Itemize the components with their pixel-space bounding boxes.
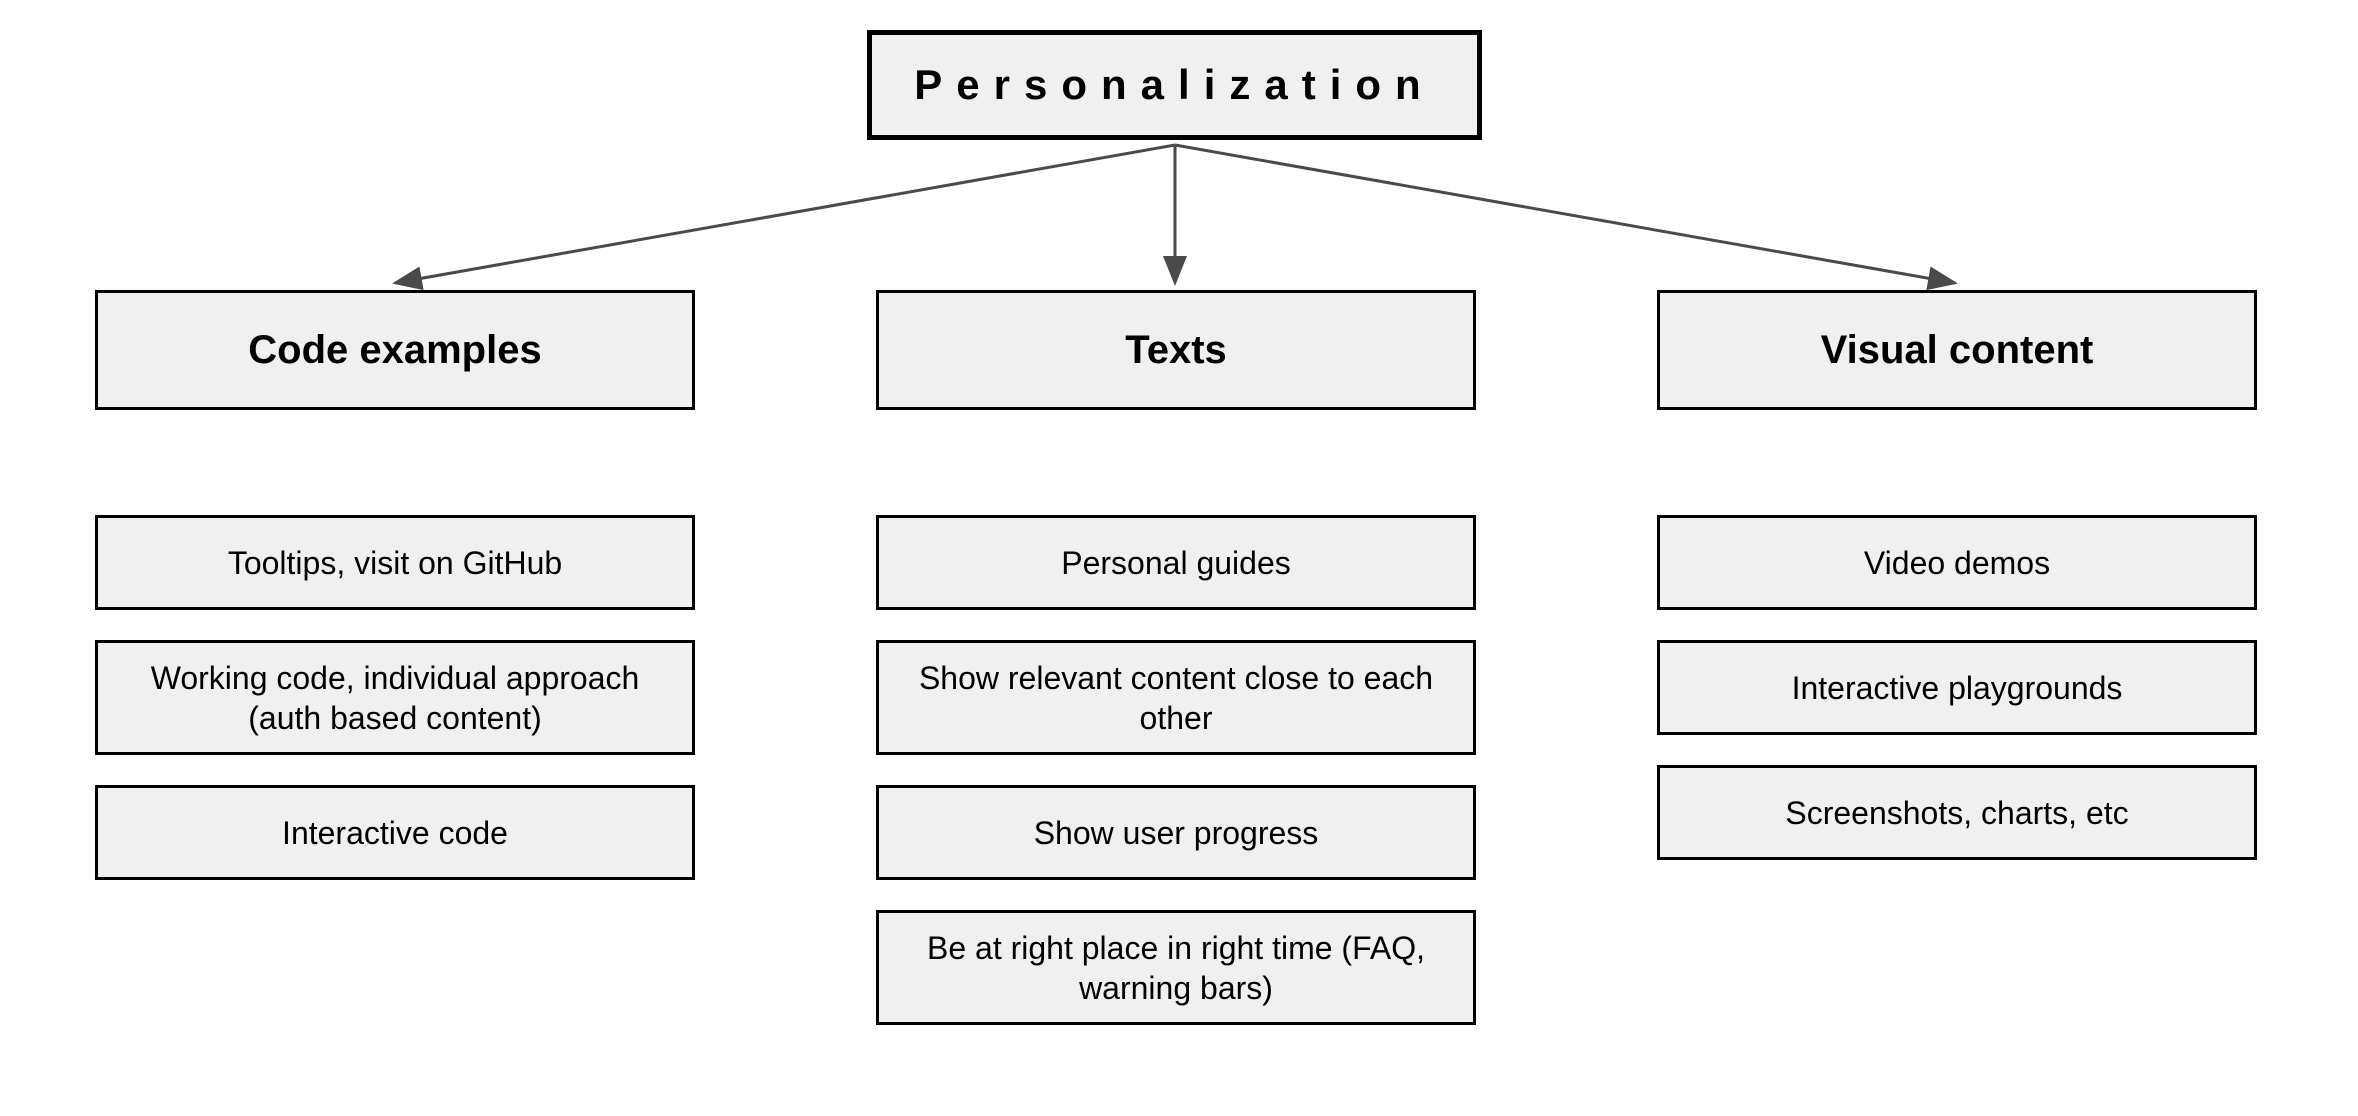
item-label: Tooltips, visit on GitHub bbox=[228, 543, 562, 583]
category-code-examples: Code examples bbox=[95, 290, 695, 410]
item-label: Be at right place in right time (FAQ, wa… bbox=[895, 928, 1457, 1008]
item-box: Be at right place in right time (FAQ, wa… bbox=[876, 910, 1476, 1025]
item-box: Tooltips, visit on GitHub bbox=[95, 515, 695, 610]
item-box: Show user progress bbox=[876, 785, 1476, 880]
item-label: Working code, individual approach (auth … bbox=[114, 658, 676, 738]
item-box: Working code, individual approach (auth … bbox=[95, 640, 695, 755]
item-box: Personal guides bbox=[876, 515, 1476, 610]
category-label: Visual content bbox=[1821, 328, 2094, 373]
category-texts: Texts bbox=[876, 290, 1476, 410]
root-node: Personalization bbox=[867, 30, 1482, 140]
item-box: Interactive code bbox=[95, 785, 695, 880]
root-title: Personalization bbox=[914, 61, 1434, 109]
item-box: Screenshots, charts, etc bbox=[1657, 765, 2257, 860]
item-label: Show relevant content close to each othe… bbox=[895, 658, 1457, 738]
item-label: Interactive code bbox=[282, 813, 508, 853]
category-label: Texts bbox=[1125, 328, 1227, 373]
item-label: Video demos bbox=[1864, 543, 2050, 583]
item-label: Personal guides bbox=[1061, 543, 1290, 583]
item-box: Video demos bbox=[1657, 515, 2257, 610]
item-label: Show user progress bbox=[1034, 813, 1319, 853]
item-label: Screenshots, charts, etc bbox=[1785, 793, 2128, 833]
item-box: Show relevant content close to each othe… bbox=[876, 640, 1476, 755]
item-label: Interactive playgrounds bbox=[1792, 668, 2123, 708]
category-label: Code examples bbox=[248, 328, 541, 373]
item-box: Interactive playgrounds bbox=[1657, 640, 2257, 735]
category-visual-content: Visual content bbox=[1657, 290, 2257, 410]
